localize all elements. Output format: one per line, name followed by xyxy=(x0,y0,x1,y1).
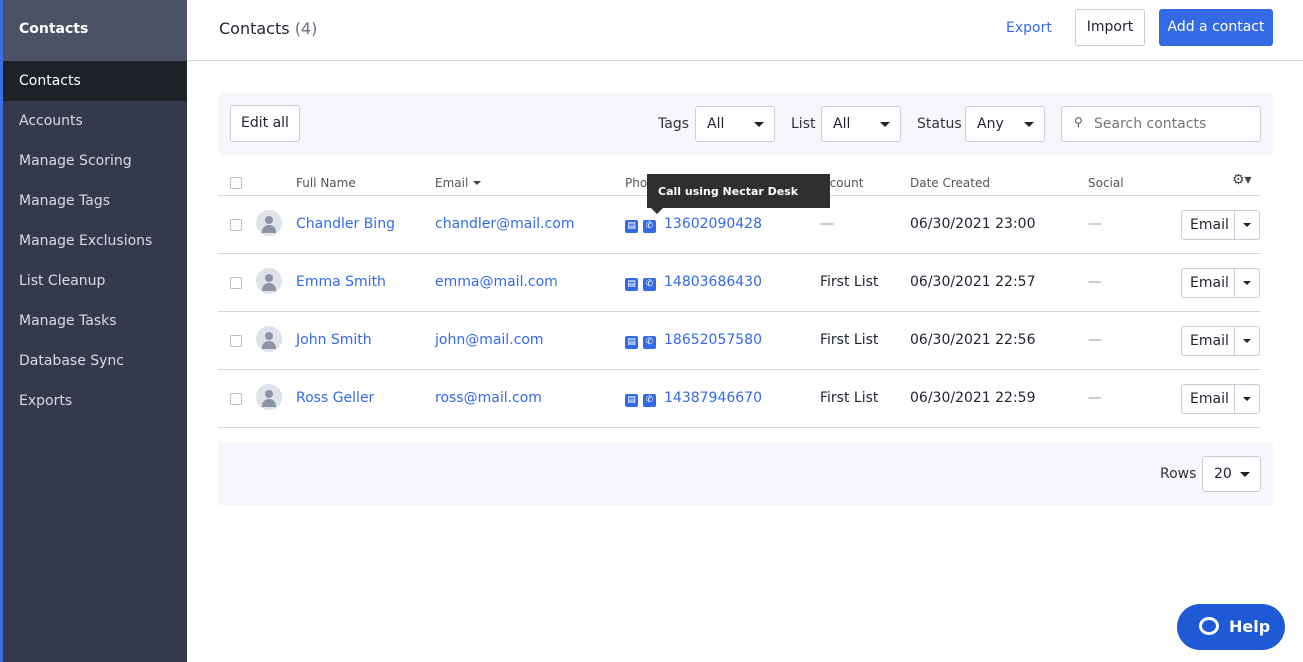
tags-label: Tags xyxy=(658,116,689,132)
date-created: 06/30/2021 22:56 xyxy=(910,332,1036,348)
col-full-name[interactable]: Full Name xyxy=(296,176,356,190)
help-label: Help xyxy=(1229,617,1271,636)
col-social[interactable]: Social xyxy=(1088,176,1124,190)
sms-icon[interactable]: ▤ xyxy=(625,278,638,291)
email-action-label: Email xyxy=(1190,333,1229,349)
table-row: Emma Smith emma@mail.com ▤ ✆ 14803686430… xyxy=(218,254,1261,312)
email-link[interactable]: chandler@mail.com xyxy=(435,216,575,232)
row-checkbox[interactable] xyxy=(230,393,242,405)
contact-name-link[interactable]: Emma Smith xyxy=(296,274,386,290)
edit-all-button[interactable]: Edit all xyxy=(230,105,300,142)
phone-icon[interactable]: ✆ xyxy=(643,336,656,349)
contact-count: (4) xyxy=(294,19,318,38)
list-select[interactable]: All xyxy=(821,106,901,142)
page-title-text: Contacts xyxy=(219,19,290,38)
social-text: — xyxy=(1088,274,1102,290)
sidebar-item-manage-tags[interactable]: Manage Tags xyxy=(3,181,187,221)
avatar-icon xyxy=(256,326,282,352)
sidebar-item-exports[interactable]: Exports xyxy=(3,381,187,421)
contact-name-link[interactable]: John Smith xyxy=(296,332,372,348)
sidebar-header: Contacts xyxy=(3,0,187,61)
sidebar-item-list-cleanup[interactable]: List Cleanup xyxy=(3,261,187,301)
sms-icon[interactable]: ▤ xyxy=(625,336,638,349)
rows-per-page-select[interactable]: 20 xyxy=(1202,456,1261,492)
search-input[interactable]: ⚲ Search contacts xyxy=(1061,106,1261,142)
sidebar-item-manage-scoring[interactable]: Manage Scoring xyxy=(3,141,187,181)
col-email[interactable]: Email xyxy=(435,176,468,190)
row-checkbox[interactable] xyxy=(230,219,242,231)
contact-name-link[interactable]: Chandler Bing xyxy=(296,216,395,232)
date-created: 06/30/2021 23:00 xyxy=(910,216,1036,232)
email-link[interactable]: emma@mail.com xyxy=(435,274,558,290)
account-text: First List xyxy=(820,274,879,290)
phone-link[interactable]: 18652057580 xyxy=(664,332,762,348)
chevron-down-icon[interactable] xyxy=(1234,211,1259,239)
sidebar-item-accounts[interactable]: Accounts xyxy=(3,101,187,141)
date-created: 06/30/2021 22:59 xyxy=(910,390,1036,406)
social-text: — xyxy=(1088,332,1102,348)
page-title: Contacts (4) xyxy=(219,19,317,38)
chat-icon xyxy=(1199,617,1219,635)
phone-link[interactable]: 13602090428 xyxy=(664,216,762,232)
phone-icon[interactable]: ✆ xyxy=(643,220,656,233)
avatar-icon xyxy=(256,384,282,410)
email-action-button[interactable]: Email xyxy=(1181,326,1260,356)
add-contact-button[interactable]: Add a contact xyxy=(1159,9,1273,46)
email-link[interactable]: ross@mail.com xyxy=(435,390,542,406)
account-text: First List xyxy=(820,390,879,406)
phone-icon[interactable]: ✆ xyxy=(643,278,656,291)
list-label: List xyxy=(791,116,816,132)
help-button[interactable]: Help xyxy=(1177,604,1285,650)
tags-select[interactable]: All xyxy=(695,106,775,142)
email-action-button[interactable]: Email xyxy=(1181,384,1260,414)
sms-icon[interactable]: ▤ xyxy=(625,220,638,233)
email-link[interactable]: john@mail.com xyxy=(435,332,544,348)
account-text: — xyxy=(820,216,834,232)
email-action-label: Email xyxy=(1190,217,1229,233)
social-text: — xyxy=(1088,390,1102,406)
top-bar: Contacts (4) Export Import Add a contact xyxy=(187,0,1303,61)
date-created: 06/30/2021 22:57 xyxy=(910,274,1036,290)
table-row: Ross Geller ross@mail.com ▤ ✆ 1438794667… xyxy=(218,370,1261,428)
rows-label: Rows xyxy=(1160,466,1197,482)
avatar-icon xyxy=(256,268,282,294)
phone-link[interactable]: 14803686430 xyxy=(664,274,762,290)
email-action-button[interactable]: Email xyxy=(1181,268,1260,298)
contact-name-link[interactable]: Ross Geller xyxy=(296,390,374,406)
call-tooltip: Call using Nectar Desk xyxy=(647,174,830,214)
sms-icon[interactable]: ▤ xyxy=(625,394,638,407)
chevron-down-icon[interactable] xyxy=(1234,327,1259,355)
export-link[interactable]: Export xyxy=(1006,20,1052,36)
sidebar: Contacts Contacts Accounts Manage Scorin… xyxy=(0,0,187,662)
phone-link[interactable]: 14387946670 xyxy=(664,390,762,406)
select-all-checkbox[interactable] xyxy=(230,177,242,189)
email-action-button[interactable]: Email xyxy=(1181,210,1260,240)
sidebar-item-contacts[interactable]: Contacts xyxy=(3,61,187,101)
import-button[interactable]: Import xyxy=(1075,9,1145,46)
sidebar-item-manage-tasks[interactable]: Manage Tasks xyxy=(3,301,187,341)
phone-icon[interactable]: ✆ xyxy=(643,394,656,407)
social-text: — xyxy=(1088,216,1102,232)
search-icon: ⚲ xyxy=(1074,115,1083,129)
chevron-down-icon[interactable] xyxy=(1234,385,1259,413)
pagination-bar: Rows 20 xyxy=(218,443,1273,505)
avatar-icon xyxy=(256,210,282,236)
email-action-label: Email xyxy=(1190,391,1229,407)
account-text: First List xyxy=(820,332,879,348)
col-date-created[interactable]: Date Created xyxy=(910,176,990,190)
sort-down-icon xyxy=(473,181,481,189)
status-select[interactable]: Any xyxy=(965,106,1045,142)
filter-bar: Edit all Tags All List All Status Any ⚲ S… xyxy=(218,93,1273,155)
table-row: John Smith john@mail.com ▤ ✆ 18652057580… xyxy=(218,312,1261,370)
sidebar-item-database-sync[interactable]: Database Sync xyxy=(3,341,187,381)
chevron-down-icon[interactable] xyxy=(1234,269,1259,297)
email-action-label: Email xyxy=(1190,275,1229,291)
column-settings-gear-icon[interactable]: ⚙▾ xyxy=(1232,172,1252,188)
row-divider xyxy=(218,427,1261,428)
row-checkbox[interactable] xyxy=(230,335,242,347)
row-checkbox[interactable] xyxy=(230,277,242,289)
sidebar-item-manage-exclusions[interactable]: Manage Exclusions xyxy=(3,221,187,261)
search-placeholder: Search contacts xyxy=(1094,116,1207,132)
status-label: Status xyxy=(917,116,962,132)
